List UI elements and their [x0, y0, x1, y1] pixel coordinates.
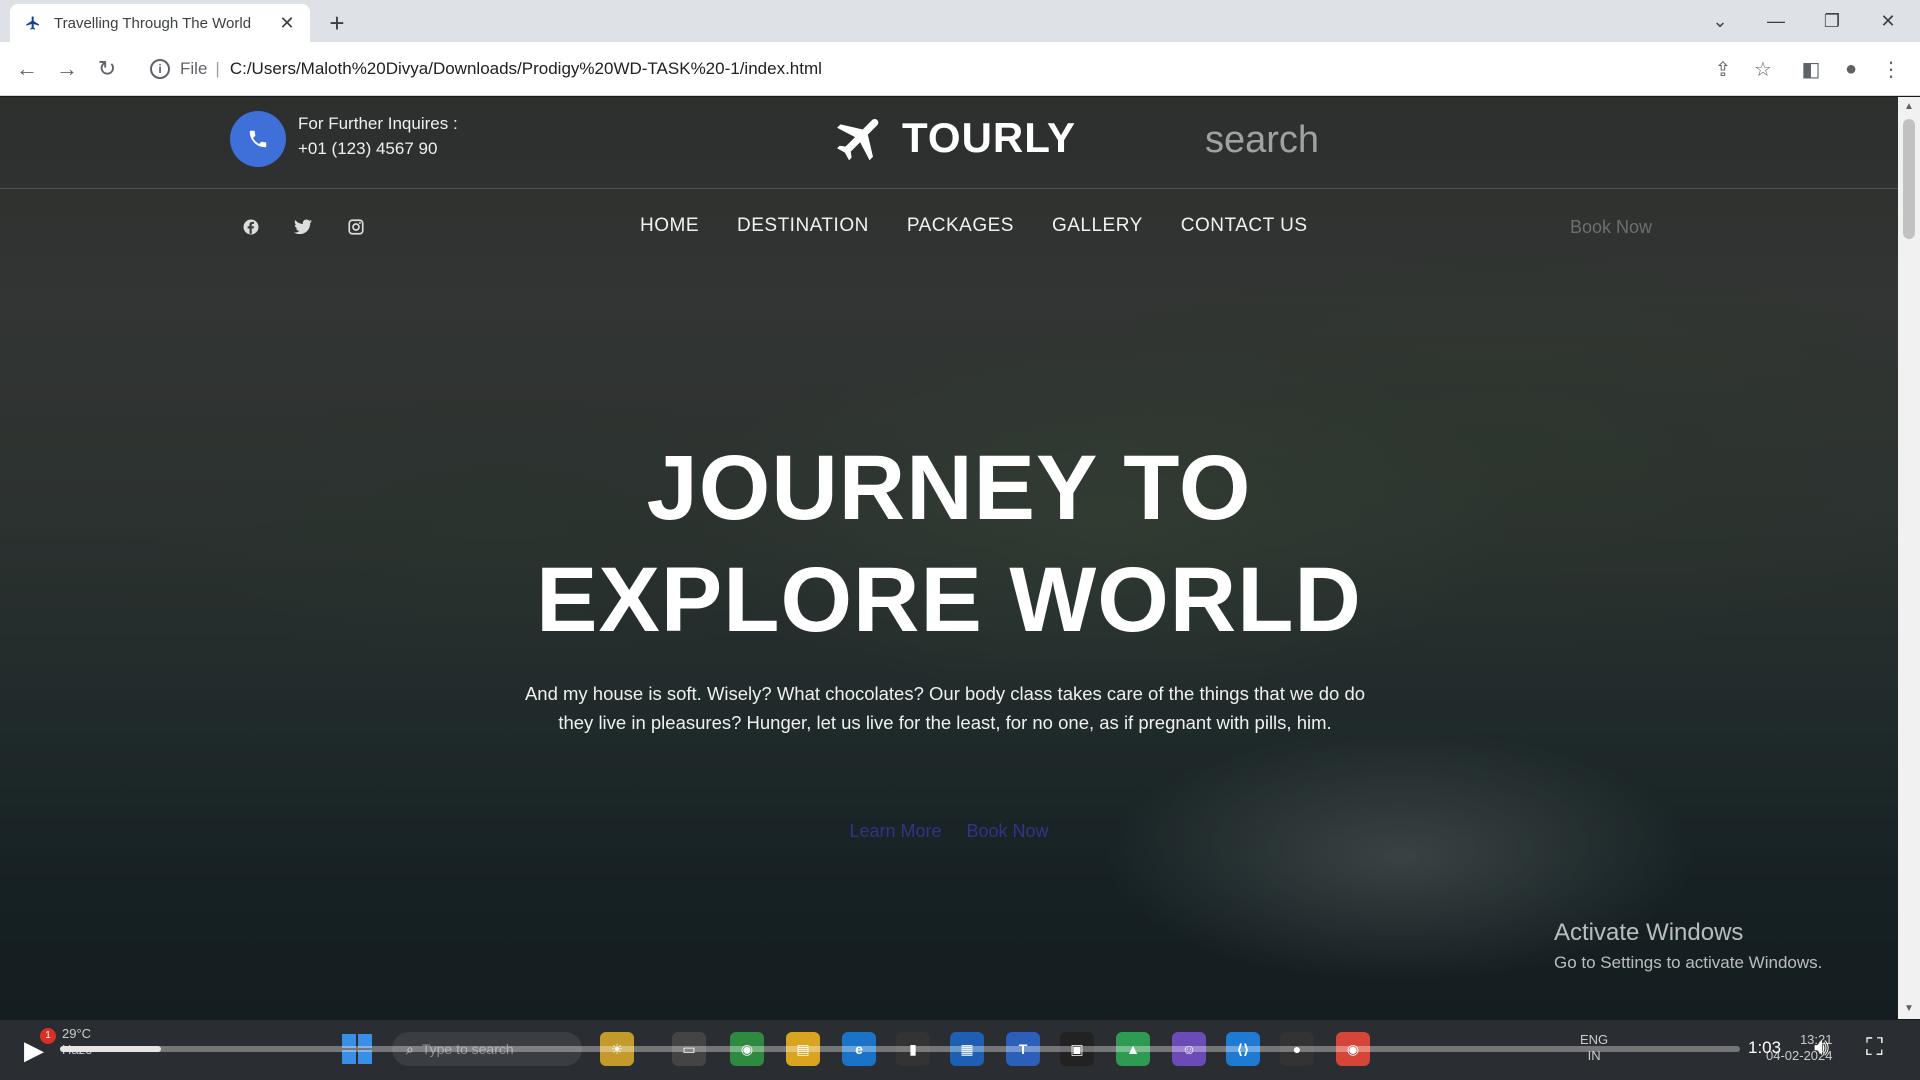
- instagram-icon[interactable]: [340, 211, 372, 243]
- scroll-up-arrow-icon[interactable]: ▲: [1903, 101, 1915, 113]
- language-top: ENG: [1580, 1032, 1609, 1047]
- tab-search-chevron-icon[interactable]: ⌄: [1700, 6, 1740, 36]
- nav-gallery-link[interactable]: GALLERY: [1052, 215, 1143, 237]
- back-arrow-icon[interactable]: ←: [12, 54, 42, 84]
- reload-icon[interactable]: ↻: [92, 54, 122, 84]
- airplane-logo-icon: [837, 119, 879, 161]
- search-input[interactable]: [1205, 115, 1445, 165]
- nav-contact-link[interactable]: CONTACT US: [1181, 215, 1308, 237]
- browser-toolbar: ← → ↻ i File | C:/Users/Maloth%20Divya/D…: [0, 42, 1920, 96]
- facebook-icon[interactable]: [235, 211, 267, 243]
- profile-icon[interactable]: ●: [1838, 56, 1864, 82]
- nav-destination-link[interactable]: DESTINATION: [737, 215, 869, 237]
- scroll-down-arrow-icon[interactable]: ▼: [1903, 1003, 1915, 1015]
- page-scrollbar[interactable]: ▲ ▼: [1898, 97, 1920, 1019]
- minimize-button[interactable]: —: [1756, 6, 1796, 36]
- plane-favicon-icon: [24, 14, 42, 32]
- address-scheme: File: [180, 59, 208, 78]
- language-indicator[interactable]: ENG IN: [1580, 1032, 1608, 1064]
- site-info-icon[interactable]: i: [150, 59, 170, 79]
- side-panel-icon[interactable]: ◧: [1798, 56, 1824, 82]
- video-timestamp: 1:03: [1748, 1038, 1782, 1057]
- inquiry-phone-number[interactable]: +01 (123) 4567 90: [298, 139, 437, 159]
- language-bottom: IN: [1587, 1048, 1601, 1063]
- nav-packages-link[interactable]: PACKAGES: [907, 215, 1014, 237]
- main-navigation: HOME DESTINATION PACKAGES GALLERY CONTAC…: [640, 215, 1346, 237]
- twitter-icon[interactable]: [287, 211, 319, 243]
- forward-arrow-icon[interactable]: →: [52, 54, 82, 84]
- activate-windows-title: Activate Windows: [1554, 919, 1744, 946]
- site-top-bar: For Further Inquires : +01 (123) 4567 90…: [0, 97, 1898, 189]
- tab-title: Travelling Through The World: [54, 14, 252, 32]
- hero-book-now-link[interactable]: Book Now: [967, 821, 1049, 841]
- video-progress-fill: [60, 1046, 161, 1052]
- tab-close-icon[interactable]: ✕: [276, 12, 298, 34]
- address-url[interactable]: C:/Users/Maloth%20Divya/Downloads/Prodig…: [230, 59, 822, 79]
- address-separator: |: [215, 59, 220, 78]
- learn-more-link[interactable]: Learn More: [849, 821, 941, 841]
- activate-windows-subtitle: Go to Settings to activate Windows.: [1554, 953, 1823, 972]
- hero-title-line-2: EXPLORE WORLD: [536, 549, 1362, 651]
- weather-widget[interactable]: 29°C Haze: [62, 1026, 92, 1058]
- video-player-bar: 1 29°C Haze ⌕ Type to search ☀ ▭ ◉ ▤ e ▮…: [0, 1020, 1920, 1080]
- browser-tab-strip: Travelling Through The World ✕ + ⌄ — ❐ ✕: [0, 0, 1920, 42]
- volume-icon[interactable]: 🔊︎: [1814, 1034, 1829, 1062]
- nav-home-link[interactable]: HOME: [640, 215, 699, 237]
- bookmark-star-icon[interactable]: ☆: [1750, 56, 1776, 82]
- restore-button[interactable]: ❐: [1812, 6, 1852, 36]
- logo-text: TOURLY: [902, 114, 1077, 161]
- book-now-button[interactable]: Book Now: [1570, 217, 1652, 238]
- menu-kebab-icon[interactable]: ⋮: [1878, 56, 1904, 82]
- inquiry-label: For Further Inquires :: [298, 114, 458, 133]
- hero-description: And my house is soft. Wisely? What choco…: [524, 683, 1366, 733]
- page-viewport: For Further Inquires : +01 (123) 4567 90…: [0, 97, 1898, 1019]
- close-window-button[interactable]: ✕: [1868, 6, 1908, 36]
- video-progress-bar[interactable]: [60, 1046, 1740, 1052]
- fullscreen-icon[interactable]: ⛶: [1866, 1034, 1883, 1062]
- activate-windows-watermark: Activate Windows Go to Settings to activ…: [1554, 919, 1822, 973]
- site-logo[interactable]: TOURLY: [832, 109, 1076, 167]
- weather-temp: 29°C: [62, 1026, 92, 1041]
- share-icon[interactable]: ⇪: [1710, 56, 1736, 82]
- address-bar[interactable]: i File | C:/Users/Maloth%20Divya/Downloa…: [140, 50, 1700, 88]
- play-icon[interactable]: ▶: [18, 1034, 50, 1066]
- new-tab-button[interactable]: +: [322, 8, 352, 38]
- browser-tab[interactable]: Travelling Through The World ✕: [10, 4, 310, 42]
- phone-icon: [230, 111, 286, 167]
- hero-title-line-1: JOURNEY TO: [646, 437, 1252, 539]
- hero-cta-links: Learn More Book Now: [0, 821, 1898, 842]
- scrollbar-thumb[interactable]: [1903, 119, 1915, 239]
